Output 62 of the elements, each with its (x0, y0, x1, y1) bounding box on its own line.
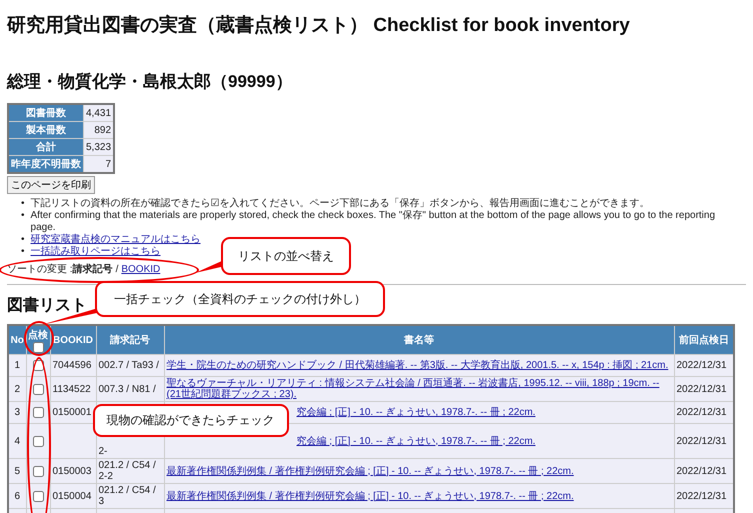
row-checkbox[interactable] (32, 360, 44, 371)
column-header: 点検 (28, 328, 48, 342)
table-cell: 2022/12/31 (674, 376, 734, 402)
column-header: 前回点検日 (678, 335, 729, 346)
stat-label: 図書冊数 (8, 104, 84, 122)
callout: 現物の確認ができたらチェック (92, 404, 288, 437)
link[interactable]: 研究室蔵書点検のマニュアルはこちら (30, 234, 201, 246)
table-cell: 1134522 (52, 384, 91, 394)
row-checkbox[interactable] (32, 407, 44, 418)
table-cell: 3 (8, 402, 26, 424)
table-cell: 007.3 / N81 / (98, 384, 156, 394)
table-cell: 2022/12/31 (674, 424, 734, 458)
stat-label: 合計 (8, 138, 84, 156)
instruction-text: 下記リストの資料の所在が確認できたら☑を入れてください。ページ下部にある「保存」ボタンから、報告用画面に進むことができます。 (30, 198, 650, 210)
stat-value: 7 (84, 156, 114, 173)
table-cell: 2 (8, 376, 26, 402)
stat-label: 昨年度不明冊数 (8, 156, 84, 173)
sort-label: ソートの変更 : (7, 264, 73, 275)
table-cell: 2022/12/31 (674, 354, 734, 376)
table-cell: 0150004 (52, 490, 92, 502)
instruction-text: After confirming that the materials are properly stored, check the check boxes. The "保存" button at the bottom of the page allows you to go to the reporting page. (30, 210, 716, 234)
table-cell: 0150001 (52, 407, 92, 418)
page-title: 研究用貸出図書の実査（蔵書点検リスト） Checklist for book inventory (7, 14, 631, 38)
table-cell: 002.7 / Ta93 / (98, 360, 159, 371)
row-checkbox[interactable] (32, 436, 44, 446)
row-checkbox[interactable] (32, 384, 44, 394)
column-header: 書名等 (404, 335, 434, 346)
table-cell: 0150003 (52, 466, 92, 476)
table-cell: 2- (98, 446, 108, 457)
table-cell: 2022/12/31 (674, 458, 734, 484)
stat-value: 892 (84, 122, 114, 138)
print-button[interactable]: このページを印刷 (7, 176, 95, 194)
link[interactable]: 一括読み取りページはこちら (30, 246, 161, 258)
check-all-checkbox[interactable] (32, 342, 44, 352)
column-header: 請求記号 (110, 335, 150, 346)
row-checkbox[interactable] (32, 466, 44, 476)
callout: リストの並べ替え (221, 237, 351, 275)
stat-label: 製本冊数 (8, 122, 84, 138)
owner-heading: 総理・物質化学・島根太郎（99999） (7, 71, 294, 93)
column-header: No (10, 334, 24, 346)
table-cell: 2022/12/31 (674, 484, 734, 508)
separator: / (116, 264, 118, 275)
column-header: BOOKID (53, 334, 93, 346)
stat-value: 5,323 (84, 138, 114, 156)
sort-link[interactable]: BOOKID (121, 264, 160, 275)
table-cell: 4 (8, 424, 26, 458)
row-checkbox[interactable] (32, 490, 44, 502)
bullet: • (21, 210, 25, 222)
table-cell: 5 (8, 458, 26, 484)
sort-option: 請求記号 (72, 264, 113, 275)
table-cell: 7044596 (52, 360, 92, 371)
table-cell: 2022/12/31 (674, 402, 734, 424)
stat-value: 4,431 (84, 104, 114, 122)
table-cell: 021.2 / C54 / 3 (98, 485, 156, 507)
table-cell: 6 (8, 484, 26, 508)
table-cell: 1 (8, 354, 26, 376)
callout: 一括チェック（全資料のチェックの付け外し） (95, 281, 385, 317)
bullet: • (21, 198, 25, 210)
bullet: • (21, 246, 25, 258)
section-heading: 図書リスト (7, 296, 87, 316)
bullet: • (21, 234, 25, 246)
table-cell: 021.2 / C54 / 2-2 (98, 460, 156, 482)
